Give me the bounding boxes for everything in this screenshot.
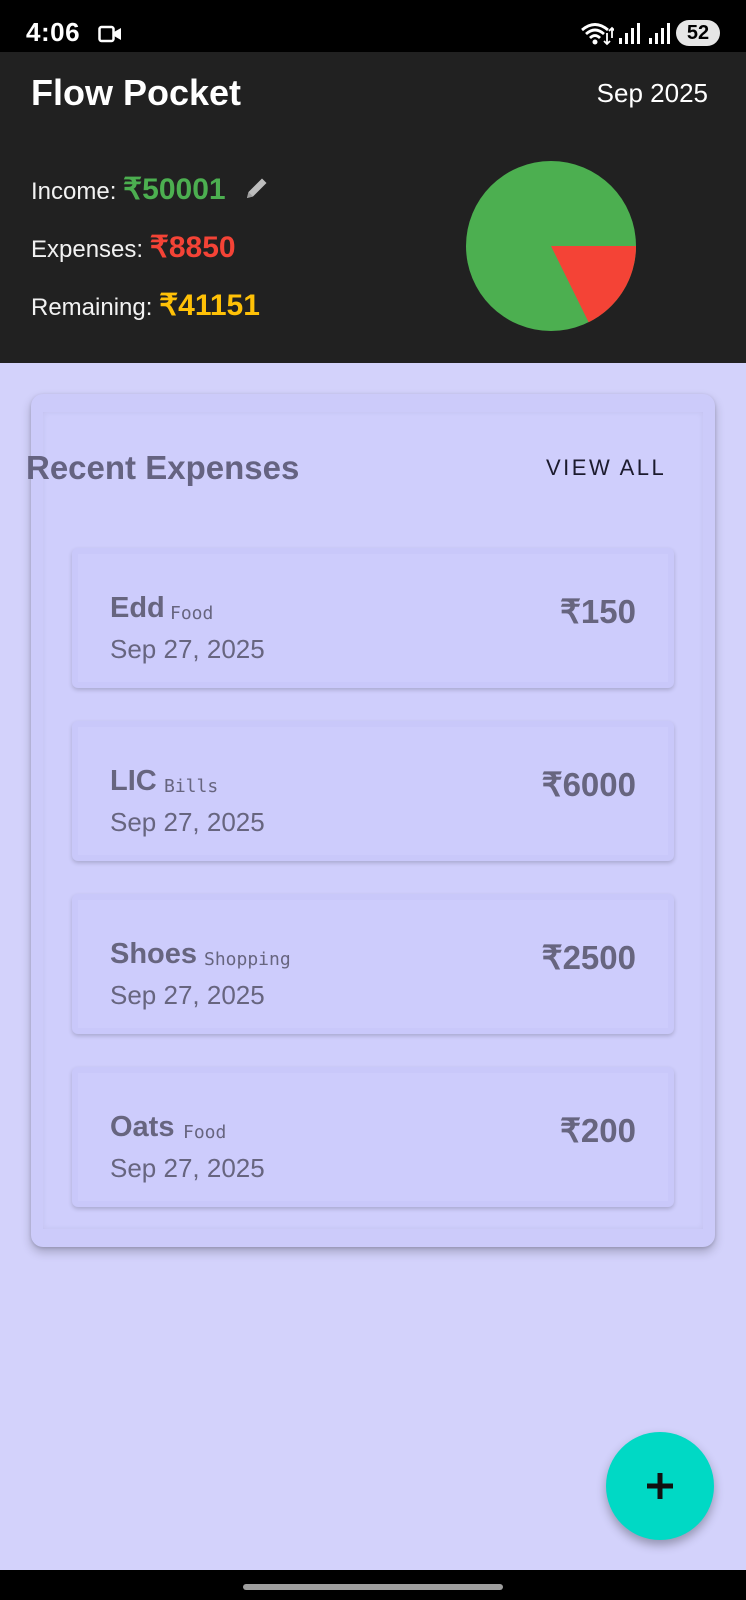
video-camera-icon <box>98 25 121 43</box>
wifi-icon <box>581 23 614 46</box>
expenses-value: ₹8850 <box>149 231 236 264</box>
expense-item[interactable]: LIC Bills Sep 27, 2025 ₹6000 <box>72 721 674 861</box>
expense-amount: ₹150 <box>559 593 636 630</box>
expense-date: Sep 27, 2025 <box>110 1153 265 1183</box>
expense-item[interactable]: Shoes Shopping Sep 27, 2025 ₹2500 <box>72 894 674 1034</box>
expense-date: Sep 27, 2025 <box>110 807 265 837</box>
expense-item-body: LIC Bills Sep 27, 2025 ₹6000 <box>78 727 668 855</box>
recent-expenses-title: Recent Expenses <box>26 449 300 486</box>
income-label: Income: <box>31 178 124 205</box>
expense-item[interactable]: Oats Food Sep 27, 2025 ₹200 <box>72 1067 674 1207</box>
expense-category: Food <box>170 603 214 624</box>
expense-category: Food <box>183 1122 227 1143</box>
expense-item-body: Edd Food Sep 27, 2025 ₹150 <box>78 554 668 682</box>
plus-icon <box>647 1473 673 1499</box>
expense-amount: ₹2500 <box>541 939 636 976</box>
remaining-row: Remaining: ₹41151 <box>31 288 260 323</box>
status-time: 4:06 <box>26 17 81 47</box>
expense-date: Sep 27, 2025 <box>110 980 265 1010</box>
income-value: ₹50001 <box>123 173 226 206</box>
remaining-value: ₹41151 <box>159 289 260 322</box>
expense-item[interactable]: Edd Food Sep 27, 2025 ₹150 <box>72 548 674 688</box>
remaining-label: Remaining: <box>31 294 160 321</box>
income-row: Income: ₹50001 <box>31 172 270 207</box>
expense-name: Shoes <box>110 938 198 970</box>
app-title: Flow Pocket <box>31 72 242 113</box>
expense-name: Oats <box>110 1111 175 1143</box>
expense-name: LIC <box>110 765 157 797</box>
expense-name: Edd <box>110 592 165 624</box>
summary-header: Flow Pocket Sep 2025 Income: ₹50001 Expe… <box>0 52 746 363</box>
expenses-row: Expenses: ₹8850 <box>31 230 236 265</box>
expense-date: Sep 27, 2025 <box>110 634 265 664</box>
expenses-label: Expenses: <box>31 236 150 263</box>
month-selector[interactable]: Sep 2025 <box>597 78 708 109</box>
battery-indicator: 52 <box>676 20 720 46</box>
expense-category: Shopping <box>204 949 291 970</box>
expense-category: Bills <box>164 776 219 797</box>
signal-icon <box>619 23 640 44</box>
pencil-icon[interactable] <box>244 175 270 201</box>
expense-item-body: Oats Food Sep 27, 2025 ₹200 <box>78 1073 668 1201</box>
expense-item-body: Shoes Shopping Sep 27, 2025 ₹2500 <box>78 900 668 1028</box>
home-gesture-handle[interactable] <box>243 1584 503 1590</box>
signal-icon <box>649 23 670 44</box>
screen: 4:06 52 Flow Pocket Sep 2025 Income: ₹50… <box>0 0 746 1600</box>
status-bar: 4:06 52 <box>0 0 746 52</box>
add-expense-button[interactable] <box>606 1432 714 1540</box>
expense-amount: ₹6000 <box>541 766 636 803</box>
budget-pie-chart <box>466 161 636 331</box>
view-all-button[interactable]: VIEW ALL <box>546 455 666 481</box>
navigation-bar <box>0 1570 746 1600</box>
expense-amount: ₹200 <box>559 1112 636 1149</box>
